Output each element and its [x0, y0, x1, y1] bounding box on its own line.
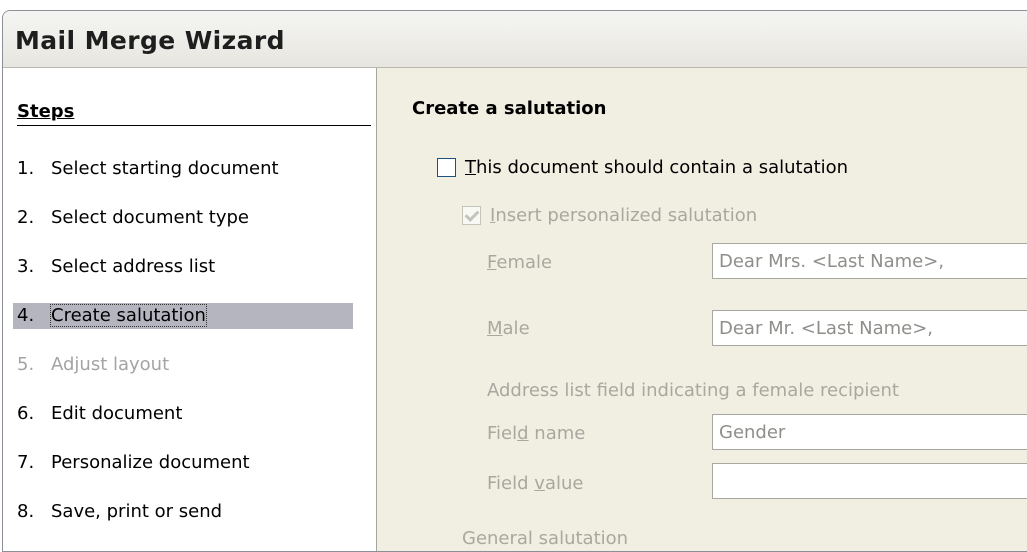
window-title: Mail Merge Wizard — [15, 26, 285, 55]
male-label: Male — [487, 318, 530, 339]
field-value-combobox — [712, 463, 1027, 499]
step-number: 4. — [17, 305, 35, 326]
step-number: 2. — [17, 207, 35, 228]
step-label: Select starting document — [51, 158, 279, 179]
step-select-address-list[interactable]: 3. Select address list — [17, 254, 215, 280]
step-create-salutation[interactable]: 4. Create salutation — [13, 303, 353, 329]
general-salutation-label: General salutation — [462, 528, 629, 549]
step-number: 6. — [17, 403, 35, 424]
step-label: Select address list — [51, 256, 216, 277]
page-title: Create a salutation — [412, 98, 607, 119]
step-number: 5. — [17, 354, 35, 375]
steps-pane: Steps 1. Select starting document 2. Selec… — [3, 68, 377, 551]
step-number: 3. — [17, 256, 35, 277]
female-salutation-field: Dear Mrs. <Last Name>, — [712, 243, 1027, 279]
field-value-label: Field value — [487, 473, 584, 494]
step-select-starting-document[interactable]: 1. Select starting document — [17, 156, 279, 182]
steps-header: Steps — [17, 101, 371, 126]
step-number: 7. — [17, 452, 35, 473]
title-bar: Mail Merge Wizard — [3, 11, 1027, 68]
step-label: Adjust layout — [51, 354, 170, 375]
salutation-pane: Create a salutation This document should… — [377, 68, 1027, 551]
step-label: Save, print or send — [51, 501, 223, 522]
step-label: Create salutation — [50, 304, 207, 327]
step-label: Edit document — [51, 403, 183, 424]
personalized-salutation-label: Insert personalized salutation — [490, 205, 758, 226]
step-number: 1. — [17, 158, 35, 179]
personalized-salutation-checkbox — [462, 206, 481, 225]
step-save-print-send[interactable]: 8. Save, print or send — [17, 499, 222, 525]
contain-salutation-option[interactable]: This document should contain a salutatio… — [437, 157, 848, 178]
male-salutation-field: Dear Mr. <Last Name>, — [712, 310, 1027, 346]
mail-merge-wizard-window: Mail Merge Wizard Steps 1. Select startin… — [2, 10, 1027, 552]
step-label: Select document type — [51, 207, 249, 228]
step-adjust-layout: 5. Adjust layout — [17, 352, 169, 378]
step-label: Personalize document — [51, 452, 250, 473]
female-label: Female — [487, 252, 553, 273]
step-personalize-document[interactable]: 7. Personalize document — [17, 450, 250, 476]
step-edit-document[interactable]: 6. Edit document — [17, 401, 182, 427]
personalized-salutation-option: Insert personalized salutation — [462, 205, 757, 226]
contain-salutation-checkbox[interactable] — [437, 158, 456, 177]
contain-salutation-label: This document should contain a salutatio… — [465, 157, 849, 178]
step-select-document-type[interactable]: 2. Select document type — [17, 205, 249, 231]
step-number: 8. — [17, 501, 35, 522]
field-name-combobox: Gender — [712, 414, 1027, 450]
field-name-label: Field name — [487, 423, 586, 444]
address-list-caption: Address list field indicating a female r… — [487, 380, 899, 401]
